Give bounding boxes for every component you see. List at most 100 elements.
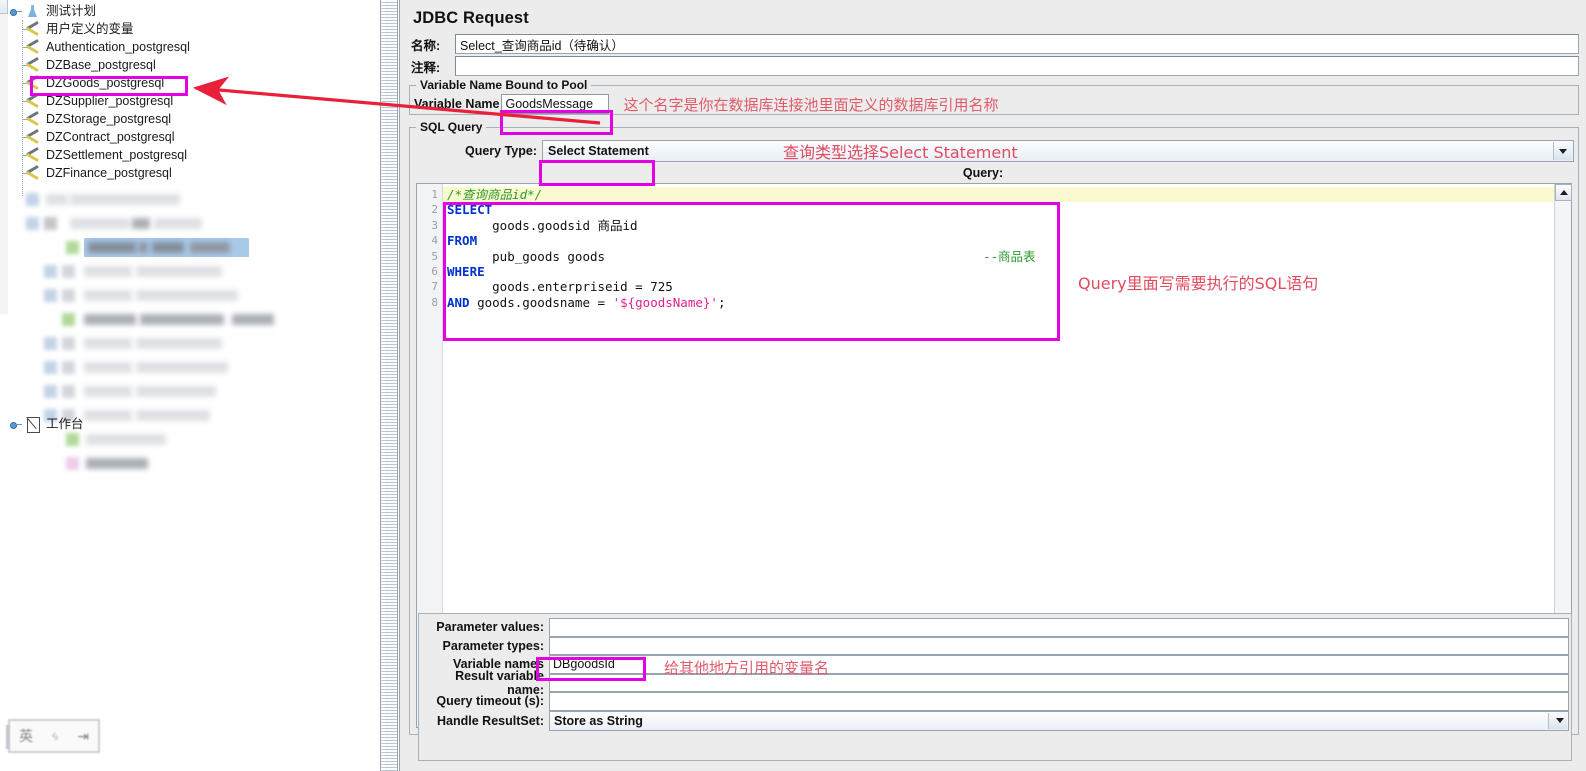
- list-item-selected[interactable]: [0, 236, 380, 260]
- ime-halfwidth-icon[interactable]: ⇥: [77, 728, 89, 745]
- comment-field-row: 注释:: [409, 56, 1579, 76]
- name-field-row: 名称: Select_查询商品id（待确认）: [409, 34, 1579, 54]
- scroll-up-button[interactable]: [1555, 184, 1572, 201]
- list-item[interactable]: [0, 308, 380, 332]
- jdbc-request-panel: JDBC Request 名称: Select_查询商品id（待确认） 注释: …: [399, 0, 1586, 771]
- handle-resultset-select[interactable]: Store as String: [549, 710, 1569, 731]
- pool-annotation-text: 这个名字是你在数据库连接池里面定义的数据库引用名称: [623, 95, 999, 114]
- split-pane-divider[interactable]: [380, 0, 398, 771]
- sidebar-item-user-defined-variables[interactable]: 用户定义的变量: [6, 20, 378, 38]
- query-timeout-input[interactable]: [549, 692, 1569, 711]
- sidebar-item-dzcontract-postgresql[interactable]: DZContract_postgresql: [6, 128, 378, 146]
- line-number: 6: [431, 264, 438, 278]
- variable-name-input[interactable]: GoodsMessage: [501, 94, 610, 114]
- sql-token-plain: pub_goods goods: [447, 248, 606, 264]
- list-item[interactable]: [0, 188, 380, 212]
- list-item[interactable]: [0, 332, 380, 356]
- sql-code-line[interactable]: SELECT: [443, 202, 1571, 217]
- sidebar-item-dzsettlement-postgresql[interactable]: DZSettlement_postgresql: [6, 146, 378, 164]
- chevron-down-icon[interactable]: [1548, 712, 1567, 729]
- query-type-annotation-text: 查询类型选择Select Statement: [783, 143, 1018, 162]
- test-plan-tree-panel[interactable]: 测试计划 用户定义的变量 Authentication_postgresql D…: [0, 0, 380, 771]
- sql-token-kw: AND: [447, 294, 470, 310]
- sql-inline-comment: --商品表: [983, 248, 1036, 264]
- sql-code-line[interactable]: goods.enterpriseid = 725: [443, 279, 1571, 294]
- list-item[interactable]: [0, 284, 380, 308]
- sidebar-item-authentication-postgresql[interactable]: Authentication_postgresql: [6, 38, 378, 56]
- list-item[interactable]: [0, 380, 380, 404]
- workbench-icon: [24, 416, 41, 433]
- chevron-down-icon[interactable]: [1553, 142, 1572, 160]
- sql-query-group-legend: SQL Query: [416, 120, 487, 134]
- param-types-input[interactable]: [549, 636, 1569, 655]
- sql-token-cmt: /*查询商品id*/: [447, 187, 543, 202]
- wrench-icon: [24, 39, 41, 55]
- sidebar-item-dzsupplier-postgresql[interactable]: DZSupplier_postgresql: [6, 92, 378, 110]
- query-timeout-label: Query timeout (s):: [436, 694, 544, 709]
- line-number: 4: [431, 234, 438, 248]
- list-item[interactable]: [0, 452, 380, 476]
- result-variable-name-row: Result variable name:: [419, 669, 1571, 697]
- sidebar-item-dzbase-postgresql[interactable]: DZBase_postgresql: [6, 56, 378, 74]
- sql-code-line[interactable]: WHERE: [443, 264, 1571, 279]
- ime-language-bar[interactable]: 英 ᛃ ⇥: [6, 719, 100, 753]
- param-values-input[interactable]: [549, 618, 1569, 637]
- ime-english-mode-icon[interactable]: 英: [19, 726, 33, 746]
- wrench-icon: [24, 75, 41, 91]
- sql-editor-annotation-text: Query里面写需要执行的SQL语句: [1078, 274, 1319, 293]
- line-number: 7: [431, 280, 438, 294]
- list-item[interactable]: [0, 212, 380, 236]
- name-input[interactable]: Select_查询商品id（待确认）: [455, 34, 1579, 54]
- param-values-label: Parameter values:: [436, 620, 544, 635]
- split-pane-grip[interactable]: [385, 0, 395, 771]
- pool-group-legend: Variable Name Bound to Pool: [416, 78, 592, 92]
- sql-token-kw: SELECT: [447, 202, 493, 218]
- variable-name-label: Variable Name: [414, 97, 500, 111]
- ime-tool-icon[interactable]: ᛃ: [51, 728, 59, 744]
- drag-handle-icon[interactable]: [6, 725, 10, 749]
- handle-resultset-value: Store as String: [554, 713, 643, 728]
- sidebar-item-dzfinance-postgresql[interactable]: DZFinance_postgresql: [6, 164, 378, 182]
- query-type-value: Select Statement: [548, 144, 649, 158]
- sql-code-line[interactable]: goods.goodsid 商品id: [443, 218, 1571, 233]
- wrench-icon: [24, 57, 41, 73]
- sql-code-line[interactable]: pub_goods goods --商品表: [443, 249, 1571, 264]
- handle-resultset-label: Handle ResultSet:: [437, 713, 544, 728]
- sql-code-line[interactable]: FROM: [443, 233, 1571, 248]
- sidebar-item-label: DZBase_postgresql: [46, 58, 156, 72]
- list-item[interactable]: [0, 356, 380, 380]
- test-plan-icon: [24, 3, 41, 19]
- wrench-icon: [24, 147, 41, 163]
- sidebar-item-dzgoods-postgresql[interactable]: DZGoods_postgresql: [6, 74, 378, 92]
- tree-root-test-plan[interactable]: 测试计划: [6, 2, 378, 20]
- sql-token-plain: goods.enterpriseid = 725: [447, 279, 673, 295]
- sql-token-plain: ;: [717, 294, 726, 310]
- handle-resultset-row: Handle ResultSet: Store as String: [419, 710, 1571, 731]
- sidebar-item-label: DZFinance_postgresql: [46, 166, 172, 180]
- line-number: 5: [431, 249, 438, 263]
- expand-handle-icon[interactable]: [10, 419, 22, 429]
- workbench-label: 工作台: [46, 417, 84, 431]
- sidebar-item-label: DZStorage_postgresql: [46, 112, 172, 126]
- list-item[interactable]: [0, 260, 380, 284]
- sql-token-kw: WHERE: [447, 263, 485, 279]
- sql-token-str: '${goodsName}': [612, 294, 718, 310]
- param-types-label: Parameter types:: [442, 638, 544, 653]
- sql-token-plain: goods.goodsid 商品id: [447, 217, 638, 233]
- tree-root-workbench[interactable]: 工作台: [10, 415, 86, 433]
- wrench-icon: [24, 21, 41, 37]
- sql-code-line[interactable]: AND goods.goodsname = '${goodsName}';: [443, 295, 1571, 310]
- expand-handle-icon[interactable]: [10, 6, 22, 16]
- sidebar-item-dzstorage-postgresql[interactable]: DZStorage_postgresql: [6, 110, 378, 128]
- wrench-icon: [24, 111, 41, 127]
- tree-root-label: 测试计划: [46, 4, 97, 18]
- sql-code-line[interactable]: /*查询商品id*/: [443, 187, 1571, 203]
- sidebar-item-label: DZSupplier_postgresql: [46, 94, 174, 108]
- line-number: 8: [431, 295, 438, 309]
- query-type-select[interactable]: Select Statement 查询类型选择Select Statement: [542, 140, 1574, 162]
- page-title: JDBC Request: [413, 9, 529, 27]
- comment-input[interactable]: [455, 56, 1579, 76]
- wrench-icon: [24, 129, 41, 145]
- query-type-label: Query Type:: [464, 144, 537, 158]
- sql-token-plain: goods.goodsname =: [469, 294, 613, 310]
